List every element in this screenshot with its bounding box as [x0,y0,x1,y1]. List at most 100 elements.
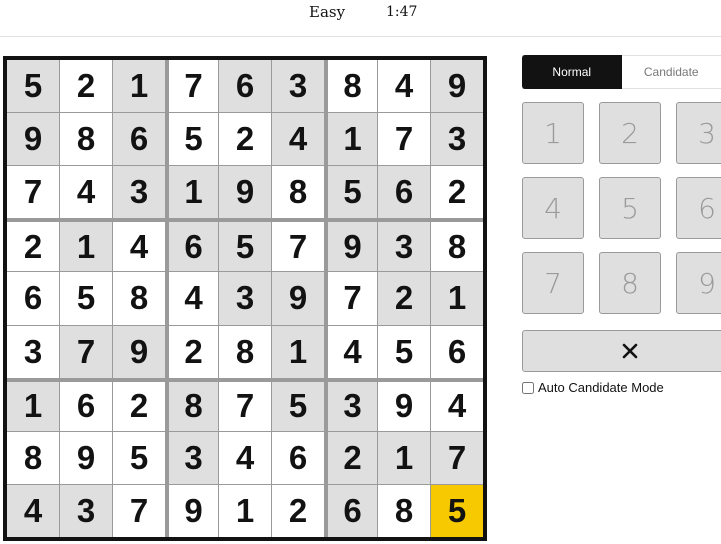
numpad-key-2[interactable]: 2 [599,102,661,164]
close-icon [622,343,638,359]
numpad-key-1[interactable]: 1 [522,102,584,164]
cell-r1c5[interactable]: 6 [219,60,271,113]
cell-r7c6[interactable]: 5 [272,378,324,431]
auto-candidate-checkbox[interactable] [522,381,534,394]
cell-r6c7[interactable]: 4 [325,325,377,378]
cell-r4c1[interactable]: 2 [7,219,59,272]
cell-r3c3[interactable]: 3 [113,166,165,219]
cell-r9c8[interactable]: 8 [378,484,430,537]
cell-r3c4[interactable]: 1 [166,166,218,219]
cell-r7c3[interactable]: 2 [113,378,165,431]
tab-candidate[interactable]: Candidate [622,56,721,88]
cell-r2c4[interactable]: 5 [166,113,218,166]
cell-r3c7[interactable]: 5 [325,166,377,219]
cell-r6c2[interactable]: 7 [60,325,112,378]
cell-r9c3[interactable]: 7 [113,484,165,537]
numpad-key-6[interactable]: 6 [676,177,721,239]
cell-r3c1[interactable]: 7 [7,166,59,219]
cell-r4c7[interactable]: 9 [325,219,377,272]
cell-r6c1[interactable]: 3 [7,325,59,378]
cell-r8c3[interactable]: 5 [113,431,165,484]
cell-r6c3[interactable]: 9 [113,325,165,378]
cell-r3c9[interactable]: 2 [431,166,483,219]
cell-r4c2[interactable]: 1 [60,219,112,272]
cell-r4c5[interactable]: 5 [219,219,271,272]
cell-r6c9[interactable]: 6 [431,325,483,378]
cell-r7c7[interactable]: 3 [325,378,377,431]
cell-r9c2[interactable]: 3 [60,484,112,537]
cell-r8c8[interactable]: 1 [378,431,430,484]
cell-r8c4[interactable]: 3 [166,431,218,484]
cell-r5c2[interactable]: 5 [60,272,112,325]
cell-r2c7[interactable]: 1 [325,113,377,166]
cell-r5c4[interactable]: 4 [166,272,218,325]
cell-r5c8[interactable]: 2 [378,272,430,325]
cell-r3c6[interactable]: 8 [272,166,324,219]
cell-r4c8[interactable]: 3 [378,219,430,272]
cell-r6c8[interactable]: 5 [378,325,430,378]
cell-r1c4[interactable]: 7 [166,60,218,113]
cell-r2c3[interactable]: 6 [113,113,165,166]
cell-r5c7[interactable]: 7 [325,272,377,325]
tab-normal[interactable]: Normal [522,55,622,89]
cell-r6c6[interactable]: 1 [272,325,324,378]
cell-r9c7[interactable]: 6 [325,484,377,537]
numpad-key-7[interactable]: 7 [522,252,584,314]
cell-r8c9[interactable]: 7 [431,431,483,484]
cell-r2c5[interactable]: 2 [219,113,271,166]
cell-r9c1[interactable]: 4 [7,484,59,537]
auto-candidate-label: Auto Candidate Mode [538,380,664,395]
cell-r2c9[interactable]: 3 [431,113,483,166]
cell-r9c4[interactable]: 9 [166,484,218,537]
cell-r7c8[interactable]: 9 [378,378,430,431]
cell-r3c5[interactable]: 9 [219,166,271,219]
cell-r3c2[interactable]: 4 [60,166,112,219]
cell-r6c5[interactable]: 8 [219,325,271,378]
cell-r1c8[interactable]: 4 [378,60,430,113]
cell-r1c9[interactable]: 9 [431,60,483,113]
cell-r1c6[interactable]: 3 [272,60,324,113]
cell-r5c9[interactable]: 1 [431,272,483,325]
cell-r9c6[interactable]: 2 [272,484,324,537]
cell-r5c3[interactable]: 8 [113,272,165,325]
numpad-key-3[interactable]: 3 [676,102,721,164]
cell-r7c2[interactable]: 6 [60,378,112,431]
mode-tabs: Normal Candidate [522,55,721,89]
numpad-key-8[interactable]: 8 [599,252,661,314]
cell-r2c6[interactable]: 4 [272,113,324,166]
auto-candidate-toggle[interactable]: Auto Candidate Mode [522,380,664,395]
cell-r9c5[interactable]: 1 [219,484,271,537]
cell-r6c4[interactable]: 2 [166,325,218,378]
cell-r8c2[interactable]: 9 [60,431,112,484]
cell-r2c8[interactable]: 7 [378,113,430,166]
cell-r7c9[interactable]: 4 [431,378,483,431]
cell-r4c3[interactable]: 4 [113,219,165,272]
cell-r5c5[interactable]: 3 [219,272,271,325]
cell-r4c4[interactable]: 6 [166,219,218,272]
cell-r8c5[interactable]: 4 [219,431,271,484]
cell-r4c6[interactable]: 7 [272,219,324,272]
cell-r7c5[interactable]: 7 [219,378,271,431]
cell-r7c1[interactable]: 1 [7,378,59,431]
numpad-key-9[interactable]: 9 [676,252,721,314]
numpad-key-4[interactable]: 4 [522,177,584,239]
cell-r5c1[interactable]: 6 [7,272,59,325]
erase-button[interactable] [522,330,721,372]
cell-r8c1[interactable]: 8 [7,431,59,484]
cell-r2c1[interactable]: 9 [7,113,59,166]
cell-r1c3[interactable]: 1 [113,60,165,113]
cell-r1c1[interactable]: 5 [7,60,59,113]
cell-r8c7[interactable]: 2 [325,431,377,484]
cell-r5c6[interactable]: 9 [272,272,324,325]
sudoku-grid: 5217638499865241737431985622146579386584… [7,60,483,537]
cell-r2c2[interactable]: 8 [60,113,112,166]
cell-r1c7[interactable]: 8 [325,60,377,113]
cell-r9c9[interactable]: 5 [431,484,483,537]
numpad-key-5[interactable]: 5 [599,177,661,239]
cell-r7c4[interactable]: 8 [166,378,218,431]
difficulty-label: Easy [309,3,346,21]
cell-r8c6[interactable]: 6 [272,431,324,484]
cell-r1c2[interactable]: 2 [60,60,112,113]
cell-r3c8[interactable]: 6 [378,166,430,219]
cell-r4c9[interactable]: 8 [431,219,483,272]
